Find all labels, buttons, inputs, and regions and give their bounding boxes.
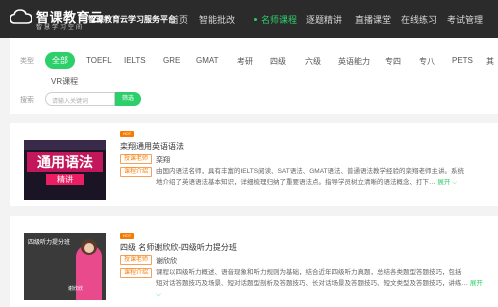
desc-line: 课程以四级听力概述、语音现象和听力规则为基础，结合近年四级听力真题，总结各类题型…	[156, 269, 462, 276]
desc-line-text: 短对话答题技巧及场景、短对话题型剖析及答题技巧、长对话场景及答题技巧、短文类型及…	[156, 280, 468, 287]
platform-title: 智课教育云学习服务平台	[88, 15, 176, 24]
category-kaoyan[interactable]: 考研	[237, 56, 253, 67]
intro-tag: 课程介绍	[120, 268, 153, 278]
category-english-ability[interactable]: 英语能力	[338, 56, 370, 67]
teacher-name: 栾翔	[156, 157, 170, 164]
nav-home[interactable]: 首页	[170, 13, 188, 26]
teacher-tag: 授课老师	[120, 255, 153, 265]
thumbnail-caption: 谢欣欣	[68, 286, 84, 292]
desc-line: 由国内语法名师，具有丰富的IELTS阅读、SAT语法、GMAT语法、普通语法教学…	[156, 168, 465, 175]
category-more[interactable]: 其	[486, 56, 494, 67]
nav-question-explain[interactable]: 逐题精讲	[306, 13, 342, 26]
thumbnail-title: 通用语法	[27, 152, 103, 172]
course-thumbnail[interactable]: 通用语法 精讲	[24, 140, 106, 200]
thumbnail-band	[24, 140, 106, 150]
nav-online-practice[interactable]: 在线练习	[401, 13, 437, 26]
course-title[interactable]: 栾翔通用英语语法	[120, 141, 184, 152]
desc-line-text: 地介绍了英语语法基本知识，详细梳理归纳了重要语法点。指导学员树立清晰的语法概念、…	[156, 179, 436, 186]
logo-sub-text: 智慧学习空间	[36, 25, 85, 31]
category-gmat[interactable]: GMAT	[196, 56, 219, 65]
category-tem8[interactable]: 专八	[419, 56, 435, 67]
category-all[interactable]: 全部	[45, 52, 75, 69]
nav-exam-management[interactable]: 考试管理	[447, 13, 483, 26]
course-thumbnail[interactable]: 四级听力提分班 谢欣欣	[24, 233, 106, 300]
category-tem4[interactable]: 专四	[385, 56, 401, 67]
nav-famous-courses-label: 名师课程	[261, 15, 298, 25]
course-description: 课程以四级听力概述、语音现象和听力规则为基础，结合近年四级听力真题，总结各类题型…	[156, 267, 486, 300]
expand-label: 展开	[437, 179, 451, 186]
nav-famous-courses[interactable]: 名师课程	[254, 13, 297, 26]
desc-line-2: 地介绍了英语语法基本知识，详细梳理归纳了重要语法点。指导学员树立清晰的语法概念、…	[156, 177, 486, 188]
logo[interactable]: 智课教育云 智慧学习空间	[10, 5, 103, 33]
course-description: 由国内语法名师，具有丰富的IELTS阅读、SAT语法、GMAT语法、普通语法教学…	[156, 166, 486, 188]
hot-badge: HOT	[120, 131, 134, 137]
teacher-name: 谢欣欣	[156, 258, 177, 265]
category-pets[interactable]: PETS	[452, 56, 473, 65]
chevron-down-icon: ⌵	[452, 179, 458, 186]
expand-label: 展开	[469, 280, 483, 287]
search-input[interactable]: 请输入关键词	[45, 92, 115, 106]
nav-smart-grading[interactable]: 智能批改	[199, 13, 235, 26]
expand-link[interactable]: 展开 ⌵	[437, 179, 457, 186]
category-cet6[interactable]: 六级	[305, 56, 321, 67]
top-nav: 智课教育云 智慧学习空间 智课教育云学习服务平台 首页 智能批改 名师课程 逐题…	[0, 0, 498, 38]
search-label: 搜索	[20, 97, 34, 104]
chevron-down-icon: ⌵	[156, 291, 161, 298]
course-title[interactable]: 四级 名师谢欣欣-四级听力提分班	[120, 242, 237, 253]
category-vr[interactable]: VR课程	[51, 76, 78, 87]
category-gre[interactable]: GRE	[163, 56, 180, 65]
intro-tag: 课程介绍	[120, 167, 153, 177]
filter-button[interactable]: 筛选	[115, 92, 141, 106]
thumbnail-subtitle: 精讲	[46, 174, 84, 185]
category-label: 类型	[20, 58, 34, 65]
cloud-logo-icon	[10, 9, 32, 24]
active-dot-icon	[254, 18, 257, 22]
teacher-face	[84, 243, 94, 253]
category-ielts[interactable]: IELTS	[124, 56, 146, 65]
thumbnail-title: 四级听力提分班	[28, 240, 71, 246]
nav-live-class[interactable]: 直播课堂	[355, 13, 391, 26]
hot-badge: HOT	[120, 233, 134, 239]
desc-line-2: 短对话答题技巧及场景、短对话题型剖析及答题技巧、长对话场景及答题技巧、短文类型及…	[156, 278, 486, 300]
teacher-tag: 授课老师	[120, 154, 153, 164]
page: 智课教育云 智慧学习空间 智课教育云学习服务平台 首页 智能批改 名师课程 逐题…	[0, 0, 498, 307]
category-cet4[interactable]: 四级	[270, 56, 286, 67]
category-toefl[interactable]: TOEFL	[86, 56, 112, 65]
